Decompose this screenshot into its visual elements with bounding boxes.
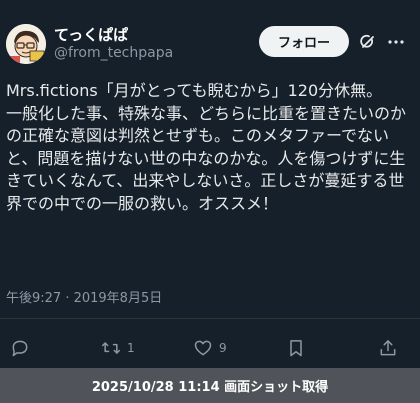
bookmark-icon <box>290 340 302 357</box>
grok-icon[interactable] <box>358 32 378 52</box>
avatar-illustration <box>6 24 46 64</box>
user-name[interactable]: てっくぱぱ <box>54 24 128 45</box>
share-button[interactable] <box>378 336 398 360</box>
follow-button[interactable]: フォロー <box>259 26 349 57</box>
retweet-button[interactable]: 1 <box>101 336 135 360</box>
like-count: 9 <box>219 341 227 355</box>
reply-icon <box>12 340 28 357</box>
screenshot-caption: 2025/10/28 11:14 画面ショット取得 <box>0 368 420 403</box>
divider <box>0 318 420 319</box>
share-icon <box>380 340 396 356</box>
retweet-icon <box>101 342 121 354</box>
reply-button[interactable] <box>10 336 30 360</box>
retweet-count: 1 <box>127 341 135 355</box>
tweet-timestamp[interactable]: 午後9:27 · 2019年8月5日 <box>6 287 162 306</box>
user-handle[interactable]: @from_techpapa <box>54 45 173 61</box>
bookmark-button[interactable] <box>286 336 306 360</box>
like-button[interactable]: 9 <box>193 336 227 360</box>
tweet-header: てっくぱぱ @from_techpapa フォロー <box>0 0 420 78</box>
more-icon[interactable] <box>386 32 406 52</box>
heart-icon <box>194 340 212 356</box>
tweet-text: Mrs.fictions「月がとっても睨むから」120分休無。 一般化した事、特… <box>6 81 407 213</box>
avatar[interactable] <box>6 24 46 64</box>
